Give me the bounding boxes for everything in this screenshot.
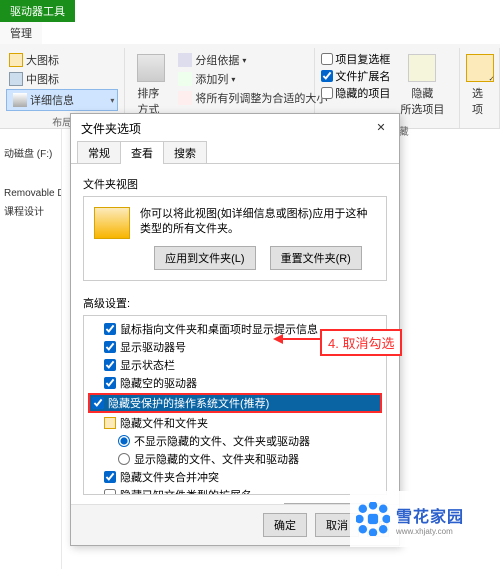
chk-tooltip[interactable] <box>104 323 116 335</box>
disk-item[interactable]: 动磁盘 (F:) <box>3 143 58 162</box>
folder-views-label: 文件夹视图 <box>83 176 387 192</box>
removable-item[interactable]: Removable Dis <box>3 186 58 201</box>
watermark: 雪花家园 www.xhjaty.com <box>350 491 500 547</box>
manage-subtab[interactable]: 管理 <box>0 22 42 44</box>
chk-drive-letter[interactable] <box>104 341 116 353</box>
mid-icon-btn[interactable]: 中图标 <box>6 70 62 88</box>
tab-view[interactable]: 查看 <box>120 141 164 164</box>
folder-icon <box>94 207 130 239</box>
mid-icon-glyph <box>9 72 23 86</box>
options-icon: ✓ <box>466 54 494 82</box>
big-icon-glyph <box>9 53 23 67</box>
autosize-btn[interactable]: 将所有列调整为合适的大小 <box>175 89 330 107</box>
sort-icon <box>137 54 165 82</box>
chk-hide-protected-row[interactable]: 隐藏受保护的操作系统文件(推荐) <box>88 393 382 413</box>
item-checkbox-chk[interactable] <box>321 53 333 65</box>
sort-btn[interactable]: 排序方式 <box>131 50 171 121</box>
grouping-icon <box>178 53 192 67</box>
chk-hide-protected[interactable] <box>92 397 104 409</box>
chk-hide-empty[interactable] <box>104 377 116 389</box>
close-icon[interactable]: ✕ <box>371 121 391 137</box>
add-column-btn[interactable]: 添加列 ▾ <box>175 70 238 88</box>
detail-icon <box>13 93 27 107</box>
grouping-btn[interactable]: 分组依据 ▾ <box>175 51 249 69</box>
folder-views-text: 你可以将此视图(如详细信息或图标)应用于这种类型的所有文件夹。 应用到文件夹(L… <box>140 207 376 270</box>
add-column-icon <box>178 72 192 86</box>
callout-annotation: 4. 取消勾选 <box>320 329 402 356</box>
chk-merge-conflict[interactable] <box>104 471 116 483</box>
dialog-tabs: 常规 查看 搜索 <box>71 141 399 164</box>
tab-search[interactable]: 搜索 <box>163 141 207 164</box>
tab-general[interactable]: 常规 <box>77 141 121 164</box>
dialog-titlebar: 文件夹选项 ✕ <box>71 114 399 141</box>
reset-folders-button[interactable]: 重置文件夹(R) <box>270 246 362 270</box>
file-ext-chk[interactable] <box>321 70 333 82</box>
layout-expand-icon[interactable]: ▾ <box>110 96 114 105</box>
sidebar: 动磁盘 (F:) Removable Dis 课程设计 <box>0 129 62 569</box>
watermark-name: 雪花家园 <box>396 503 464 527</box>
hide-icon <box>408 54 436 82</box>
ribbon-tabs: 驱动器工具 <box>0 0 500 22</box>
radio-dont-show[interactable] <box>118 435 130 447</box>
options-group: ✓ 选项 <box>460 48 500 128</box>
big-icon-btn[interactable]: 大图标 <box>6 51 62 69</box>
options-btn[interactable]: ✓ 选项 <box>466 50 493 121</box>
dialog-title: 文件夹选项 <box>81 120 141 137</box>
watermark-url: www.xhjaty.com <box>396 527 464 536</box>
folder-views-box: 你可以将此视图(如详细信息或图标)应用于这种类型的所有文件夹。 应用到文件夹(L… <box>83 196 387 281</box>
chk-hide-ext[interactable] <box>104 489 116 495</box>
course-item[interactable]: 课程设计 <box>3 201 58 220</box>
radio-show-hidden[interactable] <box>118 453 130 465</box>
advanced-label: 高级设置: <box>83 295 387 311</box>
autosize-icon <box>178 91 192 105</box>
hidden-items-chk[interactable] <box>321 87 333 99</box>
watermark-logo-icon <box>356 502 390 536</box>
hide-selected-btn[interactable]: 隐藏 所选项目 <box>394 50 450 121</box>
hidden-files-folder-icon <box>104 417 116 429</box>
ok-button[interactable]: 确定 <box>263 513 307 537</box>
drive-tools-tab[interactable]: 驱动器工具 <box>0 0 75 22</box>
chk-status-bar[interactable] <box>104 359 116 371</box>
detail-info-btn[interactable]: 详细信息 <box>10 91 77 109</box>
apply-to-folders-button[interactable]: 应用到文件夹(L) <box>154 246 255 270</box>
